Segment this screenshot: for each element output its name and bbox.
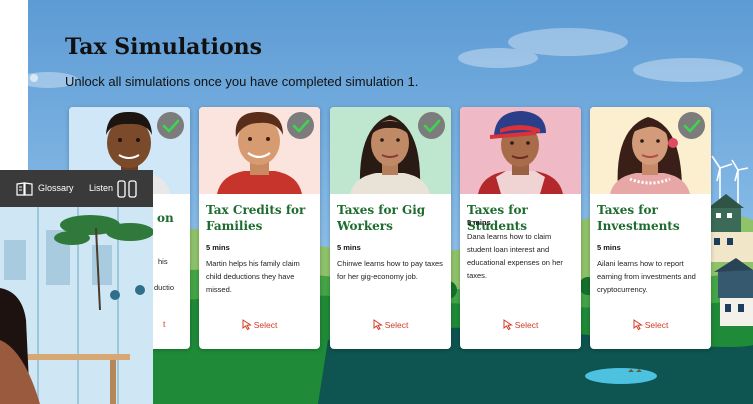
video-overlay-panel[interactable]: Glossary Listen (0, 170, 153, 404)
completed-check-icon (678, 112, 705, 139)
card-duration: 5 mins (206, 243, 230, 252)
card-title: Taxes for Investments (597, 203, 680, 233)
card-duration: 5 mins (337, 243, 361, 252)
completed-check-icon (418, 112, 445, 139)
simulation-card-5[interactable]: Taxes for Investments 5 mins Ailani lear… (590, 107, 711, 349)
simulation-card-2[interactable]: Tax Credits for Families 5 mins Martin h… (199, 107, 320, 349)
card-description-fragment-2: ductio (154, 283, 175, 292)
card-title: Taxes for Gig Workers (337, 203, 426, 233)
completed-check-icon (287, 112, 314, 139)
select-button[interactable]: Select (330, 319, 451, 330)
glossary-book-icon[interactable] (16, 182, 34, 196)
card-title: Tax Credits for Families (206, 203, 306, 233)
page-title: Tax Simulations (65, 34, 263, 60)
card-description: Chinwe learns how to pay taxes for her g… (337, 259, 443, 281)
video-toolbar: Glossary Listen (0, 170, 153, 207)
glossary-button[interactable]: Glossary (38, 183, 74, 193)
page-subtitle: Unlock all simulations once you have com… (65, 74, 419, 89)
completed-check-icon (157, 112, 184, 139)
simulation-card-4[interactable]: Taxes for Students 5 mins Dana learns ho… (460, 107, 581, 349)
card-description-fragment-1: his (158, 257, 168, 266)
pointer-icon (242, 319, 252, 330)
select-button[interactable]: Select (590, 319, 711, 330)
simulation-card-3[interactable]: Taxes for Gig Workers 5 mins Chinwe lear… (330, 107, 451, 349)
select-button[interactable]: Select (460, 319, 581, 330)
listen-button[interactable]: Listen (89, 183, 113, 193)
card-duration: 5 mins (467, 218, 491, 227)
pointer-icon (503, 319, 513, 330)
character-portrait-dana (478, 111, 563, 194)
card-portrait (460, 107, 581, 194)
listen-toggle-icon[interactable] (117, 180, 137, 198)
card-description: Martin helps his family claim child dedu… (206, 259, 300, 294)
card-description: Dana learns how to claim student loan in… (467, 232, 563, 280)
card-title-fragment: on (157, 211, 174, 225)
pointer-icon (633, 319, 643, 330)
pointer-icon (373, 319, 383, 330)
card-description: Ailani learns how to report earning from… (597, 259, 696, 294)
select-button[interactable]: Select (199, 319, 320, 330)
card-select-fragment[interactable]: t (163, 319, 190, 329)
card-duration: 5 mins (597, 243, 621, 252)
